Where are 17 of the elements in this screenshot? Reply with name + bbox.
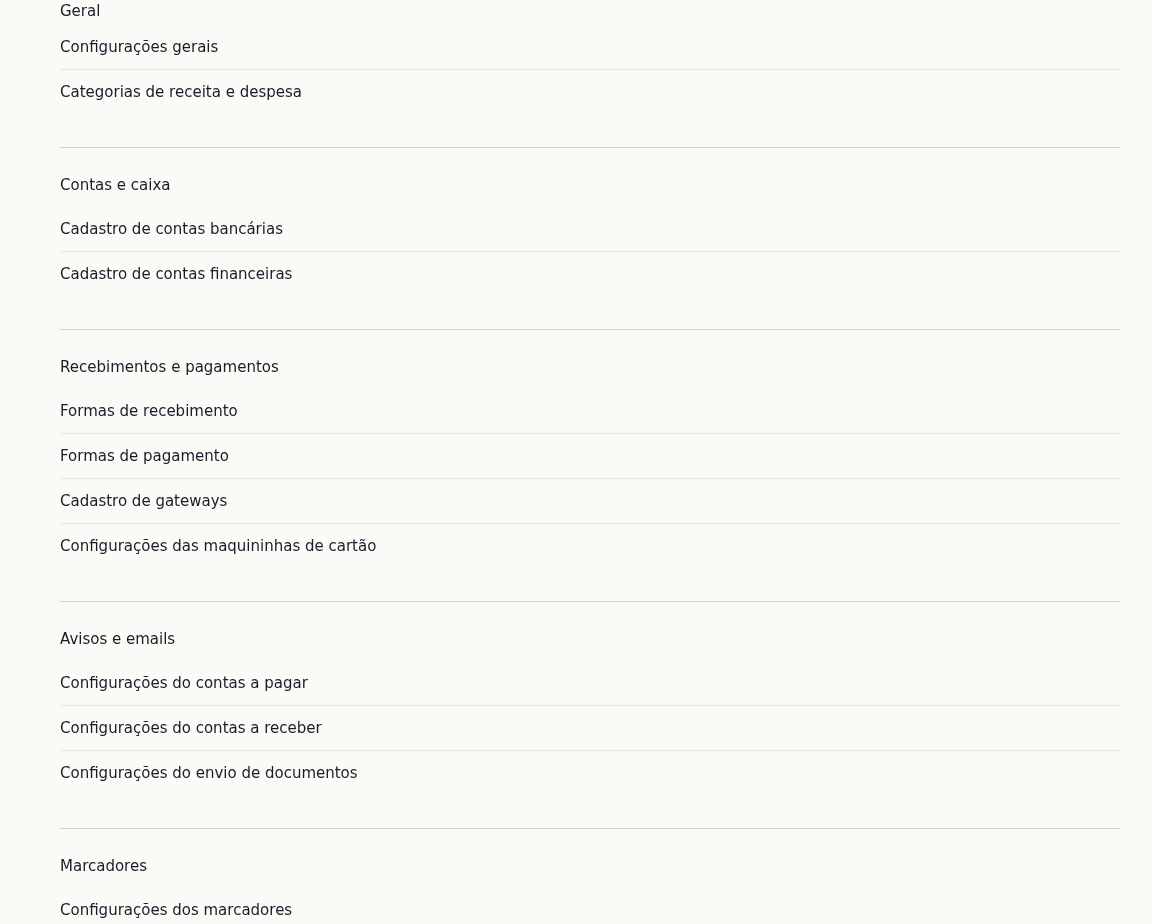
section-heading: Marcadores	[60, 856, 148, 877]
settings-link[interactable]: Cadastro de contas financeiras	[60, 265, 293, 283]
settings-link[interactable]: Categorias de receita e despesa	[60, 83, 302, 101]
settings-link[interactable]: Configurações gerais	[60, 38, 219, 56]
settings-link[interactable]: Configurações do envio de documentos	[60, 764, 358, 782]
settings-link[interactable]: Configurações do contas a receber	[60, 719, 322, 737]
section-heading: Geral	[60, 1, 102, 22]
settings-link[interactable]: Cadastro de contas bancárias	[60, 220, 283, 238]
section-heading: Avisos e emails	[60, 629, 177, 650]
settings-link[interactable]: Cadastro de gateways	[60, 492, 228, 510]
section-heading: Recebimentos e pagamentos	[60, 357, 280, 378]
settings-link[interactable]: Formas de recebimento	[60, 402, 238, 420]
settings-link[interactable]: Configurações do contas a pagar	[60, 674, 308, 692]
section-heading: Contas e caixa	[60, 175, 172, 196]
settings-link[interactable]: Configurações das maquininhas de cartão	[60, 537, 377, 555]
settings-link[interactable]: Formas de pagamento	[60, 447, 229, 465]
settings-link[interactable]: Configurações dos marcadores	[60, 901, 293, 919]
